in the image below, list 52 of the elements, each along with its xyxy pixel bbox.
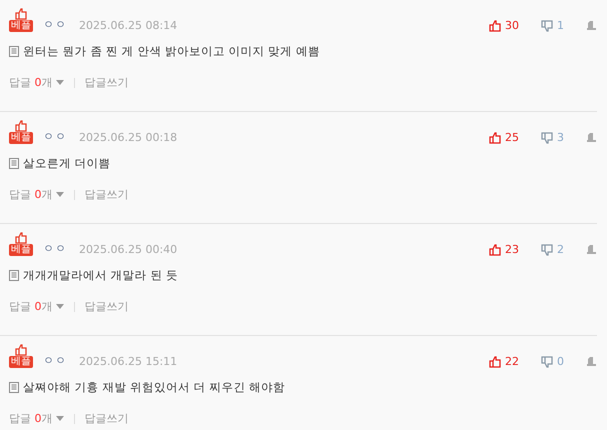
memo-icon [9, 46, 19, 57]
nickname: ㅇㅇ [43, 353, 67, 368]
thumbs-up-icon [15, 8, 27, 20]
comment-text: 개개개말라에서 개말라 된 듯 [23, 268, 178, 283]
comment-date: 2025.06.25 00:40 [79, 243, 178, 256]
reply-count-toggle[interactable]: 답글 0개 [9, 411, 64, 426]
dislike-count: 0 [557, 355, 564, 368]
write-reply-link[interactable]: 답글쓰기 [84, 299, 128, 314]
best-badge: 베플 [9, 132, 33, 144]
reply-count-toggle[interactable]: 답글 0개 [9, 187, 64, 202]
dislike-count: 1 [557, 19, 564, 32]
caret-icon [56, 416, 64, 421]
thumbs-up-icon [489, 356, 501, 368]
nickname: ㅇㅇ [43, 241, 67, 256]
comment-date: 2025.06.25 08:14 [79, 19, 178, 32]
like-count: 30 [505, 19, 519, 32]
comment-text: 살오른게 더이쁨 [23, 156, 111, 171]
memo-icon [9, 382, 19, 393]
thumbs-down-icon [541, 20, 553, 32]
nickname: ㅇㅇ [43, 17, 67, 32]
thumbs-up-icon [489, 244, 501, 256]
comment-date: 2025.06.25 00:18 [79, 131, 178, 144]
thumbs-down-icon [541, 244, 553, 256]
thumbs-up-icon [15, 344, 27, 356]
best-badge: 베플 [9, 20, 33, 32]
thumbs-down-icon [541, 132, 553, 144]
memo-icon [9, 158, 19, 169]
like-count: 23 [505, 243, 519, 256]
best-badge: 베플 [9, 356, 33, 368]
like-count: 22 [505, 355, 519, 368]
comment-text: 윈터는 뭔가 좀 찐 게 안색 밝아보이고 이미지 맞게 예쁨 [23, 44, 320, 59]
memo-icon [9, 270, 19, 281]
best-badge: 베플 [9, 244, 33, 256]
comment-text: 살쪄야해 기흉 재발 위험있어서 더 찌우긴 해야함 [23, 380, 285, 395]
write-reply-link[interactable]: 답글쓰기 [84, 187, 128, 202]
like-count: 25 [505, 131, 519, 144]
thumbs-up-icon [15, 120, 27, 132]
thumbs-up-icon [489, 20, 501, 32]
thumbs-up-icon [15, 232, 27, 244]
reply-count-toggle[interactable]: 답글 0개 [9, 299, 64, 314]
reply-count-toggle[interactable]: 답글 0개 [9, 75, 64, 90]
thumbs-up-icon [489, 132, 501, 144]
write-reply-link[interactable]: 답글쓰기 [84, 75, 128, 90]
caret-icon [56, 304, 64, 309]
dislike-count: 3 [557, 131, 564, 144]
caret-icon [56, 80, 64, 85]
thumbs-down-icon [541, 356, 553, 368]
comment-date: 2025.06.25 15:11 [79, 355, 178, 368]
dislike-count: 2 [557, 243, 564, 256]
caret-icon [56, 192, 64, 197]
write-reply-link[interactable]: 답글쓰기 [84, 411, 128, 426]
nickname: ㅇㅇ [43, 129, 67, 144]
